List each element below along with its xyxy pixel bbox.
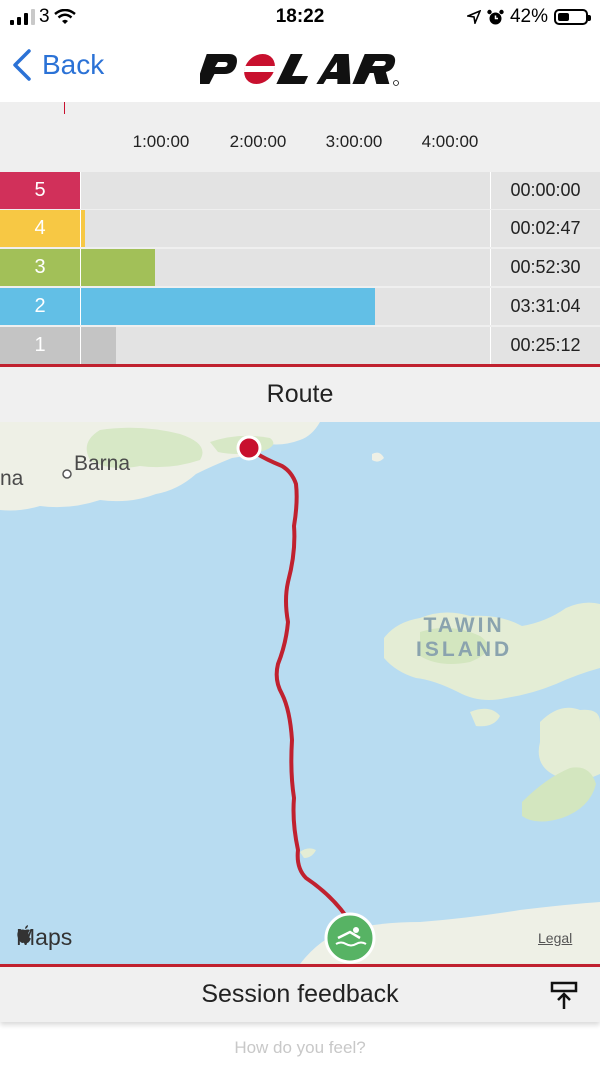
zone-number: 1 <box>0 327 80 364</box>
heart-rate-zones-chart: 1:00:00 2:00:00 3:00:00 4:00:00 5 00:00:… <box>0 102 600 364</box>
zone-number: 3 <box>0 249 80 286</box>
place-label: na <box>0 467 24 490</box>
battery-icon <box>554 9 591 25</box>
zone-time: 03:31:04 <box>510 296 581 316</box>
zone-row-1: 1 00:25:12 <box>0 327 600 364</box>
session-feedback-header[interactable]: Session feedback <box>0 964 600 1022</box>
island-label-line: TAWIN <box>423 614 505 637</box>
back-label: Back <box>42 49 105 80</box>
axis-tick: 4:00:00 <box>421 132 479 151</box>
zone-number: 5 <box>0 172 80 209</box>
time-cursor <box>64 102 65 114</box>
zone-number: 4 <box>0 210 80 247</box>
zone-bar <box>81 210 85 247</box>
zone-row-4: 4 00:02:47 <box>0 210 600 247</box>
zone-row-5: 5 00:00:00 <box>0 172 600 209</box>
location-arrow-icon <box>466 10 481 24</box>
status-bar: 3 18:22 42% <box>0 0 600 34</box>
nav-bar: Back <box>0 34 600 102</box>
land-southeast <box>522 767 596 822</box>
zone-time: 00:00:00 <box>510 180 581 200</box>
collapse-up-icon[interactable] <box>550 981 578 1011</box>
apple-logo-icon <box>17 925 31 943</box>
status-right: 42% <box>466 6 591 28</box>
place-label: Barna <box>74 452 131 475</box>
route-map[interactable]: na Barna TAWIN ISLAND Maps Legal <box>0 422 600 964</box>
zone-divider <box>80 172 81 209</box>
zone-row-3: 3 00:52:30 <box>0 249 600 286</box>
zone-number: 2 <box>0 288 80 325</box>
island-label: TAWIN ISLAND <box>416 614 512 662</box>
map-canvas <box>0 422 600 964</box>
zone-row-2: 2 03:31:04 <box>0 288 600 325</box>
how-do-you-feel-prompt[interactable]: How do you feel? <box>0 1038 600 1058</box>
town-dot <box>62 469 72 479</box>
zone-time: 00:52:30 <box>510 257 581 277</box>
axis-tick: 3:00:00 <box>325 132 383 151</box>
zone-time: 00:02:47 <box>510 218 581 238</box>
battery-percent: 42% <box>509 6 548 27</box>
axis-tick: 2:00:00 <box>229 132 287 151</box>
legal-link[interactable]: Legal <box>538 930 572 946</box>
swimmer-icon <box>324 912 376 964</box>
route-title: Route <box>266 380 334 408</box>
polar-logo <box>200 54 399 86</box>
back-button[interactable]: Back <box>12 48 104 82</box>
alarm-clock-icon <box>487 9 504 24</box>
zone-bar <box>81 249 155 286</box>
session-feedback-title: Session feedback <box>201 980 399 1008</box>
chevron-left-icon <box>13 49 31 81</box>
zone-bar <box>81 288 375 325</box>
zone-bar <box>81 327 116 364</box>
zone-time: 00:25:12 <box>510 335 581 355</box>
route-section-header[interactable]: Route <box>0 364 600 422</box>
maps-credit: Maps <box>16 924 72 951</box>
route-end-marker <box>236 435 262 461</box>
route-line <box>246 446 354 940</box>
axis-tick: 1:00:00 <box>132 132 190 151</box>
island-label-line: ISLAND <box>416 638 513 661</box>
